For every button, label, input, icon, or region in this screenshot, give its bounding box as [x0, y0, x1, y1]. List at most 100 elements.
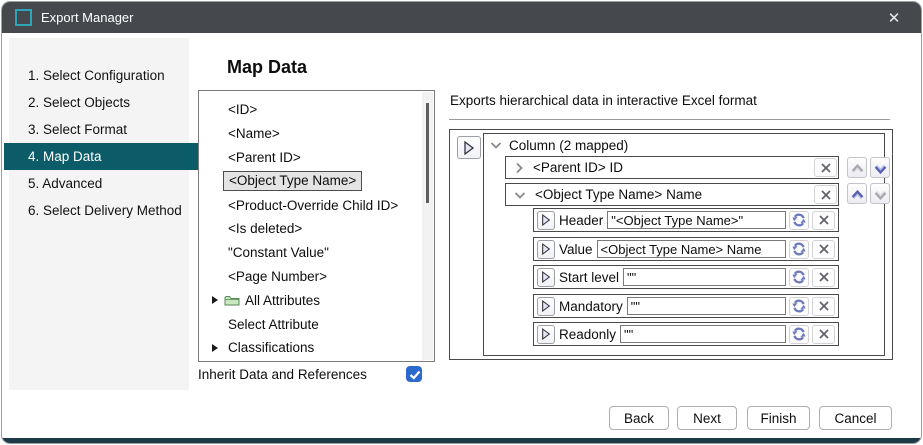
list-item-product-override-child-id[interactable]: <Product-Override Child ID> — [199, 193, 434, 217]
folder-icon — [224, 294, 240, 307]
format-description: Exports hierarchical data in interactive… — [450, 93, 757, 108]
close-icon — [818, 187, 834, 203]
inherit-data-row: Inherit Data and References — [198, 366, 435, 382]
property-row-start-level: Start level — [533, 265, 839, 289]
cancel-button[interactable]: Cancel — [819, 406, 892, 430]
property-play-button[interactable] — [537, 240, 555, 259]
move-down-button[interactable] — [870, 157, 890, 178]
move-up-button-disabled[interactable] — [847, 157, 867, 178]
list-item-name[interactable]: <Name> — [199, 122, 434, 146]
sync-icon — [791, 298, 807, 314]
export-manager-dialog: Export Manager ✕ 1. Select Configuration… — [1, 1, 922, 444]
play-icon — [541, 243, 551, 255]
chevron-down-icon[interactable] — [514, 190, 526, 200]
step-select-configuration[interactable]: 1. Select Configuration — [9, 62, 189, 89]
sync-button[interactable] — [789, 211, 809, 230]
sync-icon — [791, 269, 807, 285]
close-icon — [816, 326, 832, 342]
app-icon — [15, 9, 32, 26]
attribute-listbox: <ID> <Name> <Parent ID> <Object Type Nam… — [198, 90, 435, 362]
close-icon — [818, 160, 834, 176]
column-group-header[interactable]: Column (2 mapped) — [490, 135, 628, 155]
selected-item-box: <Object Type Name> — [223, 171, 362, 191]
close-icon — [816, 241, 832, 257]
move-up-button[interactable] — [847, 183, 867, 204]
chevron-up-icon — [850, 186, 865, 201]
list-item-all-attributes[interactable]: All Attributes — [199, 288, 434, 312]
property-row-header: Header — [533, 208, 839, 232]
property-row-value: Value — [533, 237, 839, 261]
property-row-mandatory: Mandatory — [533, 294, 839, 318]
close-icon[interactable]: ✕ — [875, 2, 913, 33]
mapped-row-object-type-name[interactable]: <Object Type Name> Name — [505, 183, 839, 206]
sync-button[interactable] — [789, 325, 809, 344]
scrollbar-thumb[interactable] — [426, 103, 429, 203]
chevron-down-icon — [490, 140, 502, 150]
check-icon — [407, 367, 422, 381]
title-bar: Export Manager ✕ — [2, 2, 921, 33]
property-input-header[interactable] — [607, 211, 786, 229]
back-button[interactable]: Back — [609, 406, 669, 430]
bottom-accent-bar — [2, 438, 921, 443]
expand-arrow-icon[interactable] — [212, 344, 218, 352]
property-input-readonly[interactable] — [620, 325, 786, 343]
play-icon — [541, 300, 551, 312]
property-input-value[interactable] — [597, 240, 786, 258]
chevron-down-icon — [873, 186, 888, 201]
property-play-button[interactable] — [537, 325, 555, 344]
close-icon — [816, 269, 832, 285]
inherit-data-label: Inherit Data and References — [198, 367, 406, 382]
list-item-constant-value[interactable]: "Constant Value" — [199, 241, 434, 265]
property-input-mandatory[interactable] — [627, 297, 786, 315]
play-icon — [541, 271, 551, 283]
chevron-down-icon — [873, 160, 888, 175]
sync-icon — [791, 212, 807, 228]
list-item-id[interactable]: <ID> — [199, 98, 434, 122]
step-select-delivery-method[interactable]: 6. Select Delivery Method — [9, 197, 189, 224]
column-play-button[interactable] — [457, 136, 481, 159]
property-row-readonly: Readonly — [533, 322, 839, 346]
chevron-up-icon — [850, 160, 865, 175]
remove-property-button[interactable] — [812, 297, 835, 316]
mapped-row-parent-id[interactable]: <Parent ID> ID — [505, 156, 839, 179]
wizard-steps-panel: 1. Select Configuration 2. Select Object… — [9, 38, 189, 390]
list-item-is-deleted[interactable]: <Is deleted> — [199, 217, 434, 241]
sync-button[interactable] — [789, 268, 809, 287]
sync-icon — [791, 241, 807, 257]
property-play-button[interactable] — [537, 268, 555, 287]
move-down-button-disabled[interactable] — [870, 183, 890, 204]
close-icon — [816, 298, 832, 314]
remove-mapping-button[interactable] — [814, 185, 837, 204]
step-select-format[interactable]: 3. Select Format — [9, 116, 189, 143]
play-icon — [463, 141, 475, 155]
remove-property-button[interactable] — [812, 211, 835, 230]
finish-button[interactable]: Finish — [747, 406, 810, 430]
step-select-objects[interactable]: 2. Select Objects — [9, 89, 189, 116]
remove-property-button[interactable] — [812, 240, 835, 259]
listbox-scrollbar[interactable] — [422, 92, 433, 360]
list-item-select-attribute[interactable]: Select Attribute — [199, 312, 434, 336]
property-play-button[interactable] — [537, 211, 555, 230]
play-icon — [541, 328, 551, 340]
remove-property-button[interactable] — [812, 268, 835, 287]
list-item-parent-id[interactable]: <Parent ID> — [199, 146, 434, 170]
sync-button[interactable] — [789, 240, 809, 259]
property-play-button[interactable] — [537, 297, 555, 316]
list-item-page-number[interactable]: <Page Number> — [199, 265, 434, 289]
chevron-right-icon[interactable] — [514, 162, 524, 174]
remove-property-button[interactable] — [812, 325, 835, 344]
window-title: Export Manager — [41, 10, 134, 25]
close-icon — [816, 212, 832, 228]
inherit-data-checkbox[interactable] — [406, 366, 422, 382]
property-input-start-level[interactable] — [623, 268, 786, 286]
sync-button[interactable] — [789, 297, 809, 316]
separator-line — [449, 119, 890, 120]
page-title: Map Data — [227, 57, 307, 78]
remove-mapping-button[interactable] — [814, 158, 837, 177]
step-advanced[interactable]: 5. Advanced — [9, 170, 189, 197]
next-button[interactable]: Next — [677, 406, 737, 430]
expand-arrow-icon[interactable] — [212, 296, 218, 304]
step-map-data[interactable]: 4. Map Data — [4, 143, 204, 170]
list-item-object-type-name[interactable]: <Object Type Name> — [199, 169, 434, 193]
list-item-classifications[interactable]: Classifications — [199, 336, 434, 360]
